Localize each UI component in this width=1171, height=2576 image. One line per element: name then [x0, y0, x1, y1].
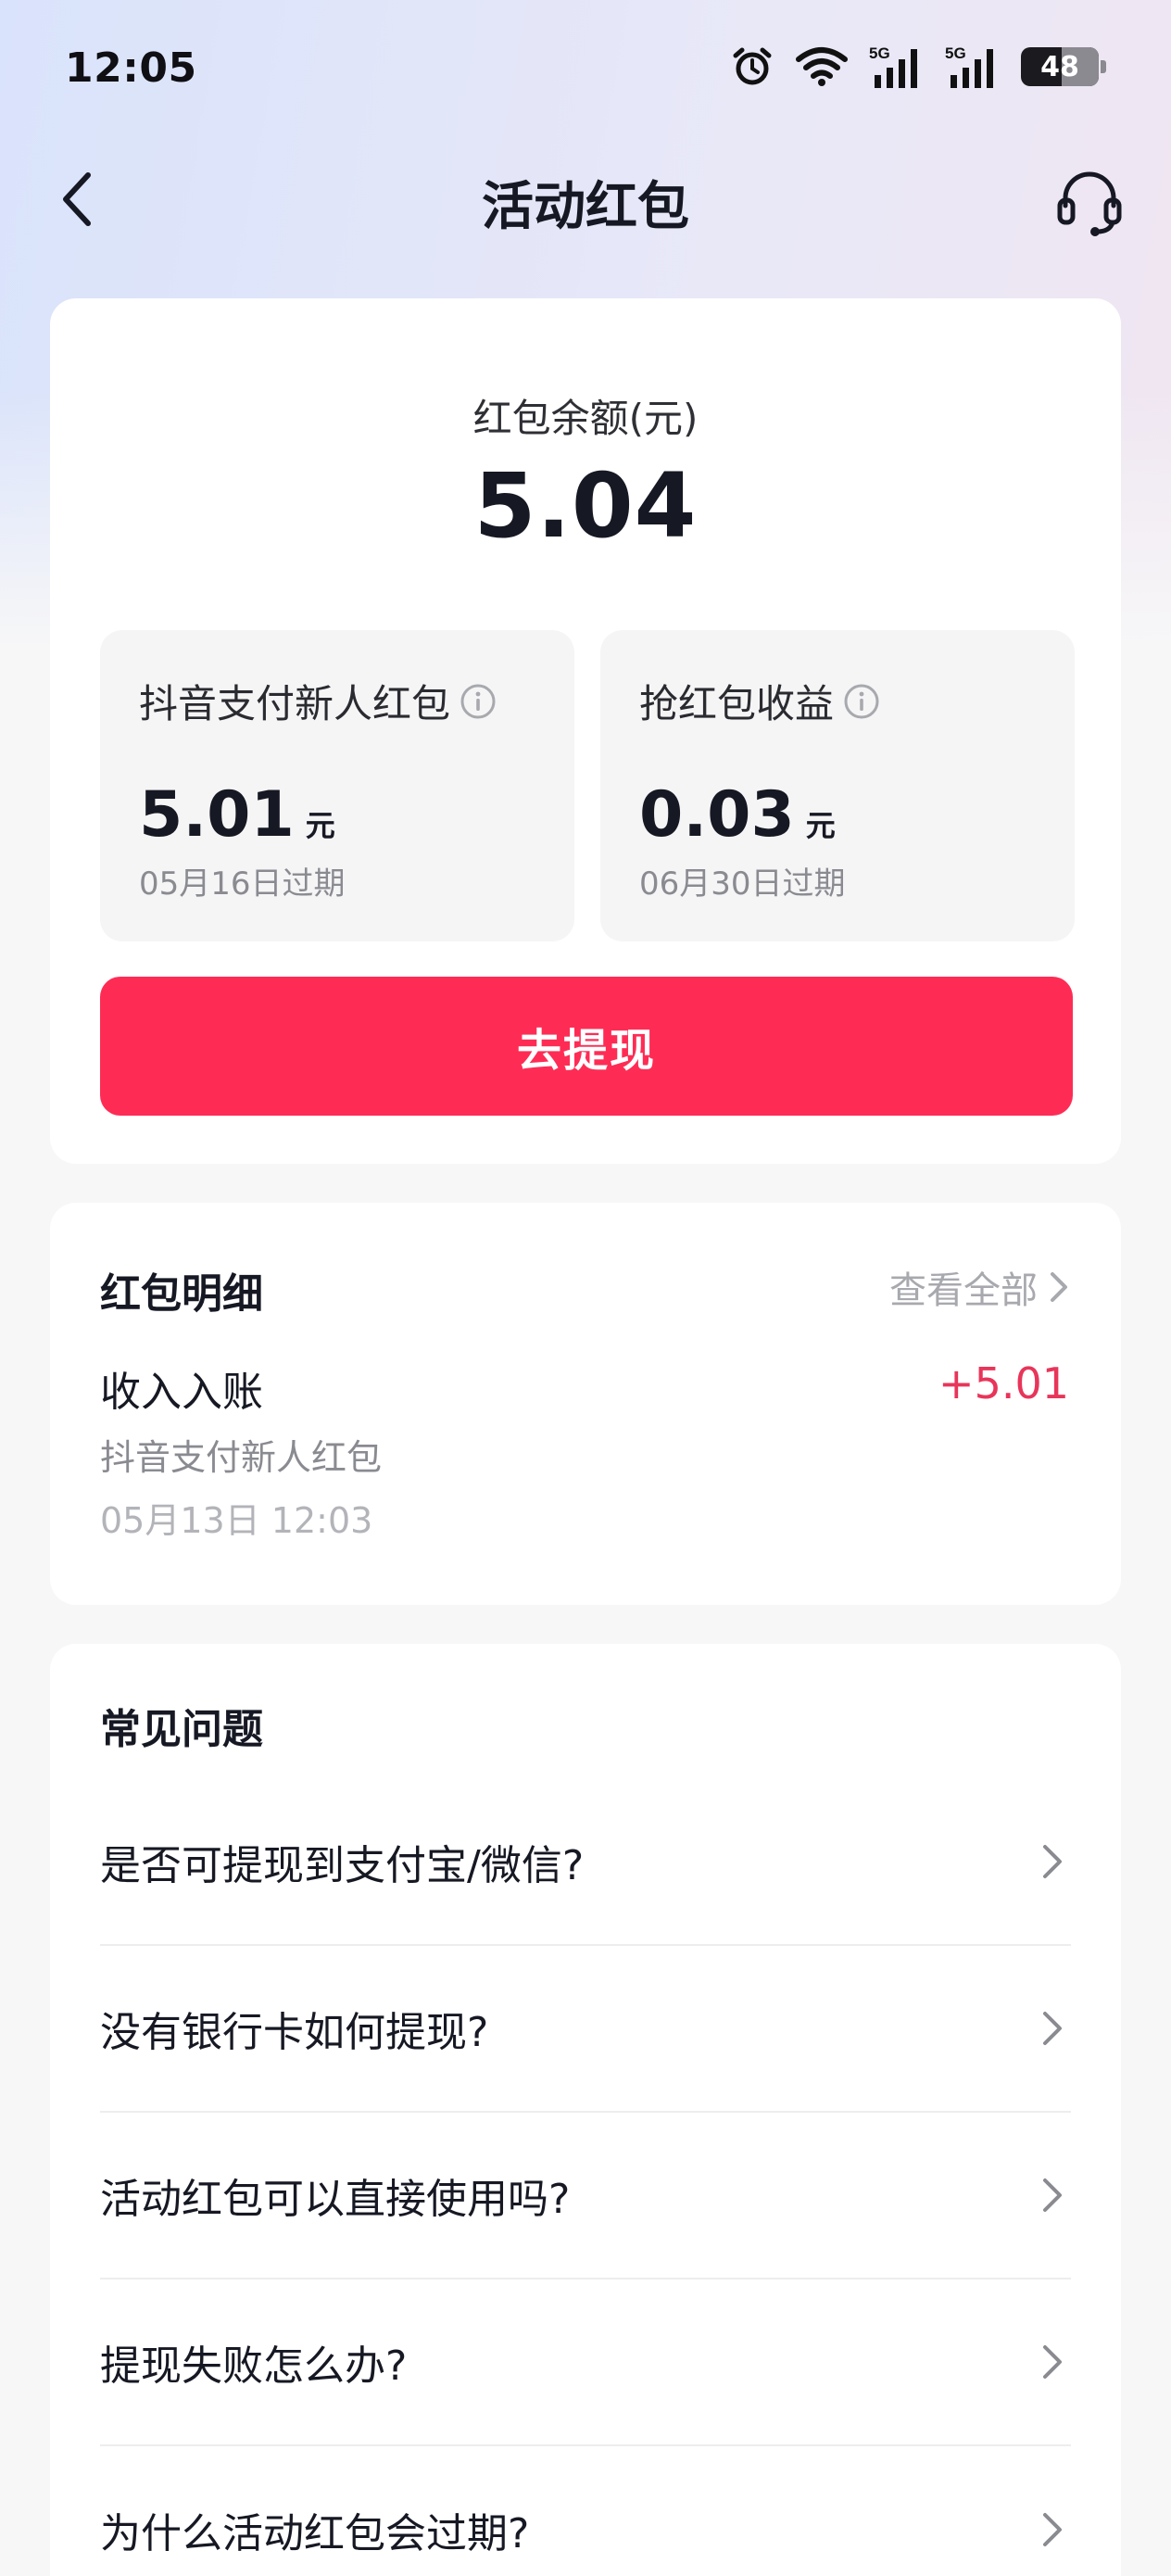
svg-text:5G: 5G [869, 44, 890, 62]
faq-title: 常见问题 [100, 1706, 263, 1753]
redpacket-detail-card: 红包明细 查看全部 收入入账 +5.01 抖音支付新人红包 05月13日 12:… [50, 1203, 1121, 1605]
wifi-icon [795, 46, 849, 87]
status-icons: 5G 5G 48 [730, 41, 1106, 93]
faq-item[interactable]: 为什么活动红包会过期? [100, 2446, 1071, 2576]
view-all-label: 查看全部 [889, 1269, 1038, 1312]
faq-question: 没有银行卡如何提现? [100, 2009, 489, 2056]
battery-level: 48 [1040, 50, 1079, 83]
faq-question: 是否可提现到支付宝/微信? [100, 1842, 585, 1889]
faq-item[interactable]: 提现失败怎么办? [100, 2279, 1071, 2446]
newuser-redpacket-title: 抖音支付新人红包 [139, 681, 451, 726]
grab-redpacket-amount: 0.03 [639, 778, 795, 852]
svg-text:5G: 5G [945, 44, 966, 62]
status-time: 12:05 [65, 44, 197, 92]
info-icon[interactable] [460, 683, 497, 720]
faq-list: 是否可提现到支付宝/微信? 没有银行卡如何提现? 活动红包可以直接使用吗? 提现… [100, 1779, 1071, 2576]
page-title: 活动红包 [482, 177, 689, 237]
grab-redpacket-expire: 06月30日过期 [639, 865, 846, 903]
record-title: 收入入账 [100, 1369, 263, 1416]
battery-icon: 48 [1021, 47, 1106, 86]
view-all-link[interactable]: 查看全部 [889, 1260, 1069, 1314]
record-time: 05月13日 12:03 [100, 1500, 373, 1541]
chevron-right-icon [1051, 1272, 1067, 1302]
faq-question: 为什么活动红包会过期? [100, 2510, 530, 2557]
newuser-redpacket-unit: 元 [305, 808, 335, 843]
record-amount: +5.01 [938, 1358, 1069, 1408]
chevron-right-icon [1034, 2511, 1071, 2548]
detail-title: 红包明细 [100, 1270, 263, 1318]
grab-redpacket-title: 抢红包收益 [639, 681, 835, 726]
customer-service-button[interactable] [1052, 165, 1127, 239]
info-icon[interactable] [843, 683, 880, 720]
status-bar: 12:05 5G 5G 48 [0, 0, 1171, 139]
chevron-right-icon [1034, 2177, 1071, 2214]
faq-question: 活动红包可以直接使用吗? [100, 2176, 571, 2223]
signal-5g-icon: 5G [945, 44, 1001, 90]
chevron-right-icon [1034, 2343, 1071, 2380]
record-source: 抖音支付新人红包 [100, 1437, 383, 1478]
signal-5g-icon: 5G [869, 44, 925, 90]
grab-redpacket-card: 抢红包收益 0.03 元 06月30日过期 [600, 630, 1075, 941]
faq-item[interactable]: 是否可提现到支付宝/微信? [100, 1779, 1071, 1946]
alarm-icon [730, 44, 774, 89]
page: 12:05 5G 5G 48 活动红包 红包余额(元) 5.04 抖音支付新人红… [0, 0, 1171, 2576]
withdraw-button[interactable]: 去提现 [100, 977, 1073, 1116]
chevron-right-icon [1034, 1843, 1071, 1880]
chevron-right-icon [1034, 2010, 1071, 2047]
balance-label: 红包余额(元) [472, 396, 699, 441]
faq-card: 常见问题 是否可提现到支付宝/微信? 没有银行卡如何提现? 活动红包可以直接使用… [50, 1644, 1121, 2576]
faq-item[interactable]: 没有银行卡如何提现? [100, 1946, 1071, 2113]
balance-value: 5.04 [473, 454, 698, 558]
headset-icon [1057, 171, 1122, 236]
nav-bar: 活动红包 [0, 148, 1171, 250]
newuser-redpacket-expire: 05月16日过期 [139, 865, 346, 903]
faq-question: 提现失败怎么办? [100, 2342, 408, 2390]
newuser-redpacket-amount: 5.01 [139, 778, 295, 852]
newuser-redpacket-card: 抖音支付新人红包 5.01 元 05月16日过期 [100, 630, 574, 941]
faq-item[interactable]: 活动红包可以直接使用吗? [100, 2113, 1071, 2279]
grab-redpacket-unit: 元 [805, 808, 836, 843]
balance-card: 红包余额(元) 5.04 抖音支付新人红包 5.01 元 05月16日过期 抢红… [50, 298, 1121, 1164]
